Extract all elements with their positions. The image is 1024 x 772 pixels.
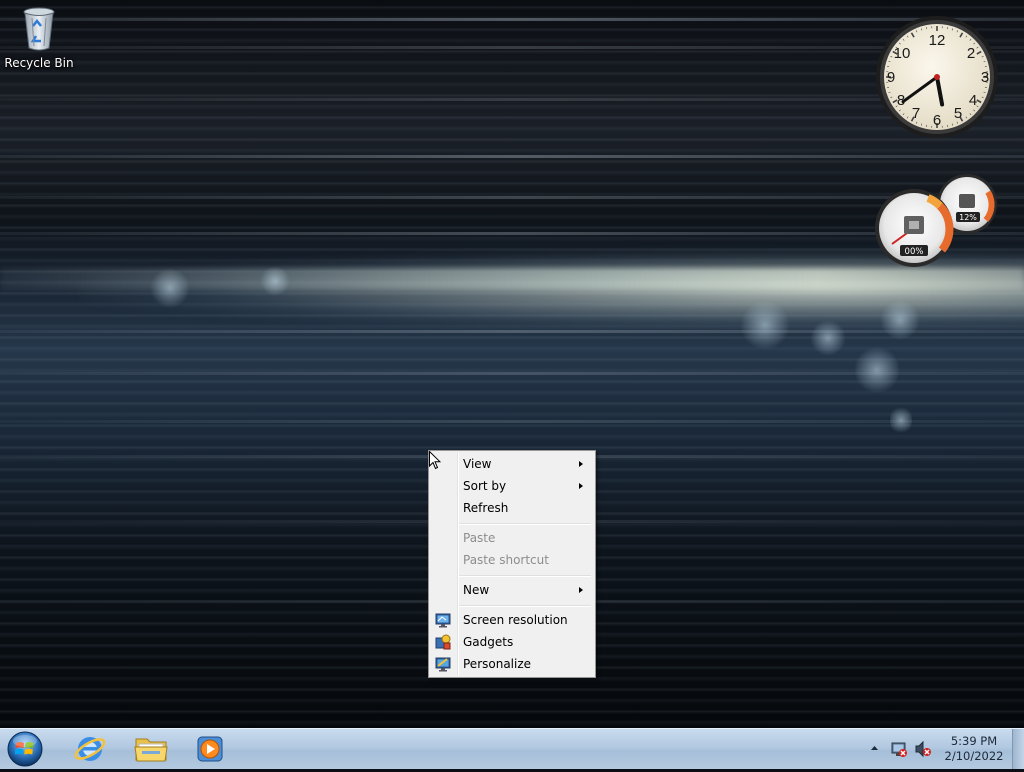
taskbar: 5:39 PM 2/10/2022	[0, 728, 1024, 769]
cpu-meter-gadget[interactable]: 12% 00%	[870, 172, 1002, 268]
svg-text:7: 7	[912, 105, 920, 122]
menu-separator	[459, 575, 591, 577]
submenu-arrow-icon	[579, 587, 583, 593]
internet-explorer-icon	[64, 731, 116, 767]
show-desktop-button[interactable]	[1012, 729, 1024, 769]
menu-item-label: Gadgets	[463, 631, 513, 653]
menu-separator	[459, 605, 591, 607]
mouse-cursor-icon	[429, 451, 441, 470]
menu-item-label: Sort by	[463, 475, 506, 497]
menu-item-label: Personalize	[463, 653, 531, 675]
gadgets-icon	[435, 634, 451, 650]
tray-time: 5:39 PM	[942, 734, 1006, 749]
svg-text:3: 3	[981, 69, 989, 86]
submenu-arrow-icon	[579, 461, 583, 467]
folder-icon	[125, 731, 177, 767]
svg-text:9: 9	[887, 69, 895, 86]
network-icon[interactable]	[890, 740, 908, 758]
menu-item-label: Refresh	[463, 497, 508, 519]
menu-item-label: New	[463, 579, 489, 601]
tray-date: 2/10/2022	[942, 749, 1006, 764]
show-hidden-icons-arrow[interactable]	[870, 744, 879, 752]
taskbar-media-player[interactable]	[184, 731, 236, 767]
menu-separator	[459, 523, 591, 525]
menu-item-gadgets[interactable]: Gadgets	[431, 631, 593, 653]
screen-resolution-icon	[435, 612, 451, 628]
personalize-icon	[435, 656, 451, 672]
menu-item-paste-shortcut[interactable]: Paste shortcut	[431, 549, 593, 571]
media-player-icon	[184, 731, 236, 767]
svg-text:12: 12	[929, 32, 946, 49]
menu-item-sort-by[interactable]: Sort by	[431, 475, 593, 497]
menu-item-new[interactable]: New	[431, 579, 593, 601]
submenu-arrow-icon	[579, 483, 583, 489]
svg-text:5: 5	[954, 105, 962, 122]
recycle-bin-label: Recycle Bin	[4, 56, 73, 70]
menu-item-screen-resolution[interactable]: Screen resolution	[431, 609, 593, 631]
menu-item-label: View	[463, 453, 491, 475]
desktop-context-menu: View Sort by Refresh Paste Paste shortcu…	[428, 450, 596, 678]
svg-text:2: 2	[967, 45, 975, 62]
menu-item-label: Paste shortcut	[463, 549, 549, 571]
memory-percent: 12%	[959, 213, 977, 222]
menu-item-paste[interactable]: Paste	[431, 527, 593, 549]
windows-start-icon	[5, 730, 45, 768]
recycle-bin[interactable]: Recycle Bin	[4, 6, 74, 70]
recycle-bin-icon	[21, 6, 57, 52]
svg-text:4: 4	[969, 92, 977, 109]
menu-item-personalize[interactable]: Personalize	[431, 653, 593, 675]
taskbar-windows-explorer[interactable]	[125, 731, 177, 767]
menu-item-label: Paste	[463, 527, 495, 549]
clock-gadget[interactable]: 1223 456 789 10	[874, 14, 1000, 140]
start-button[interactable]	[5, 730, 45, 768]
menu-item-refresh[interactable]: Refresh	[431, 497, 593, 519]
tray-clock[interactable]: 5:39 PM 2/10/2022	[942, 734, 1006, 764]
taskbar-internet-explorer[interactable]	[64, 731, 116, 767]
volume-muted-icon[interactable]	[914, 740, 932, 758]
menu-item-label: Screen resolution	[463, 609, 568, 631]
svg-text:10: 10	[894, 45, 911, 62]
cpu-percent: 00%	[905, 247, 924, 257]
menu-item-view[interactable]: View	[431, 453, 593, 475]
svg-text:6: 6	[933, 112, 941, 129]
